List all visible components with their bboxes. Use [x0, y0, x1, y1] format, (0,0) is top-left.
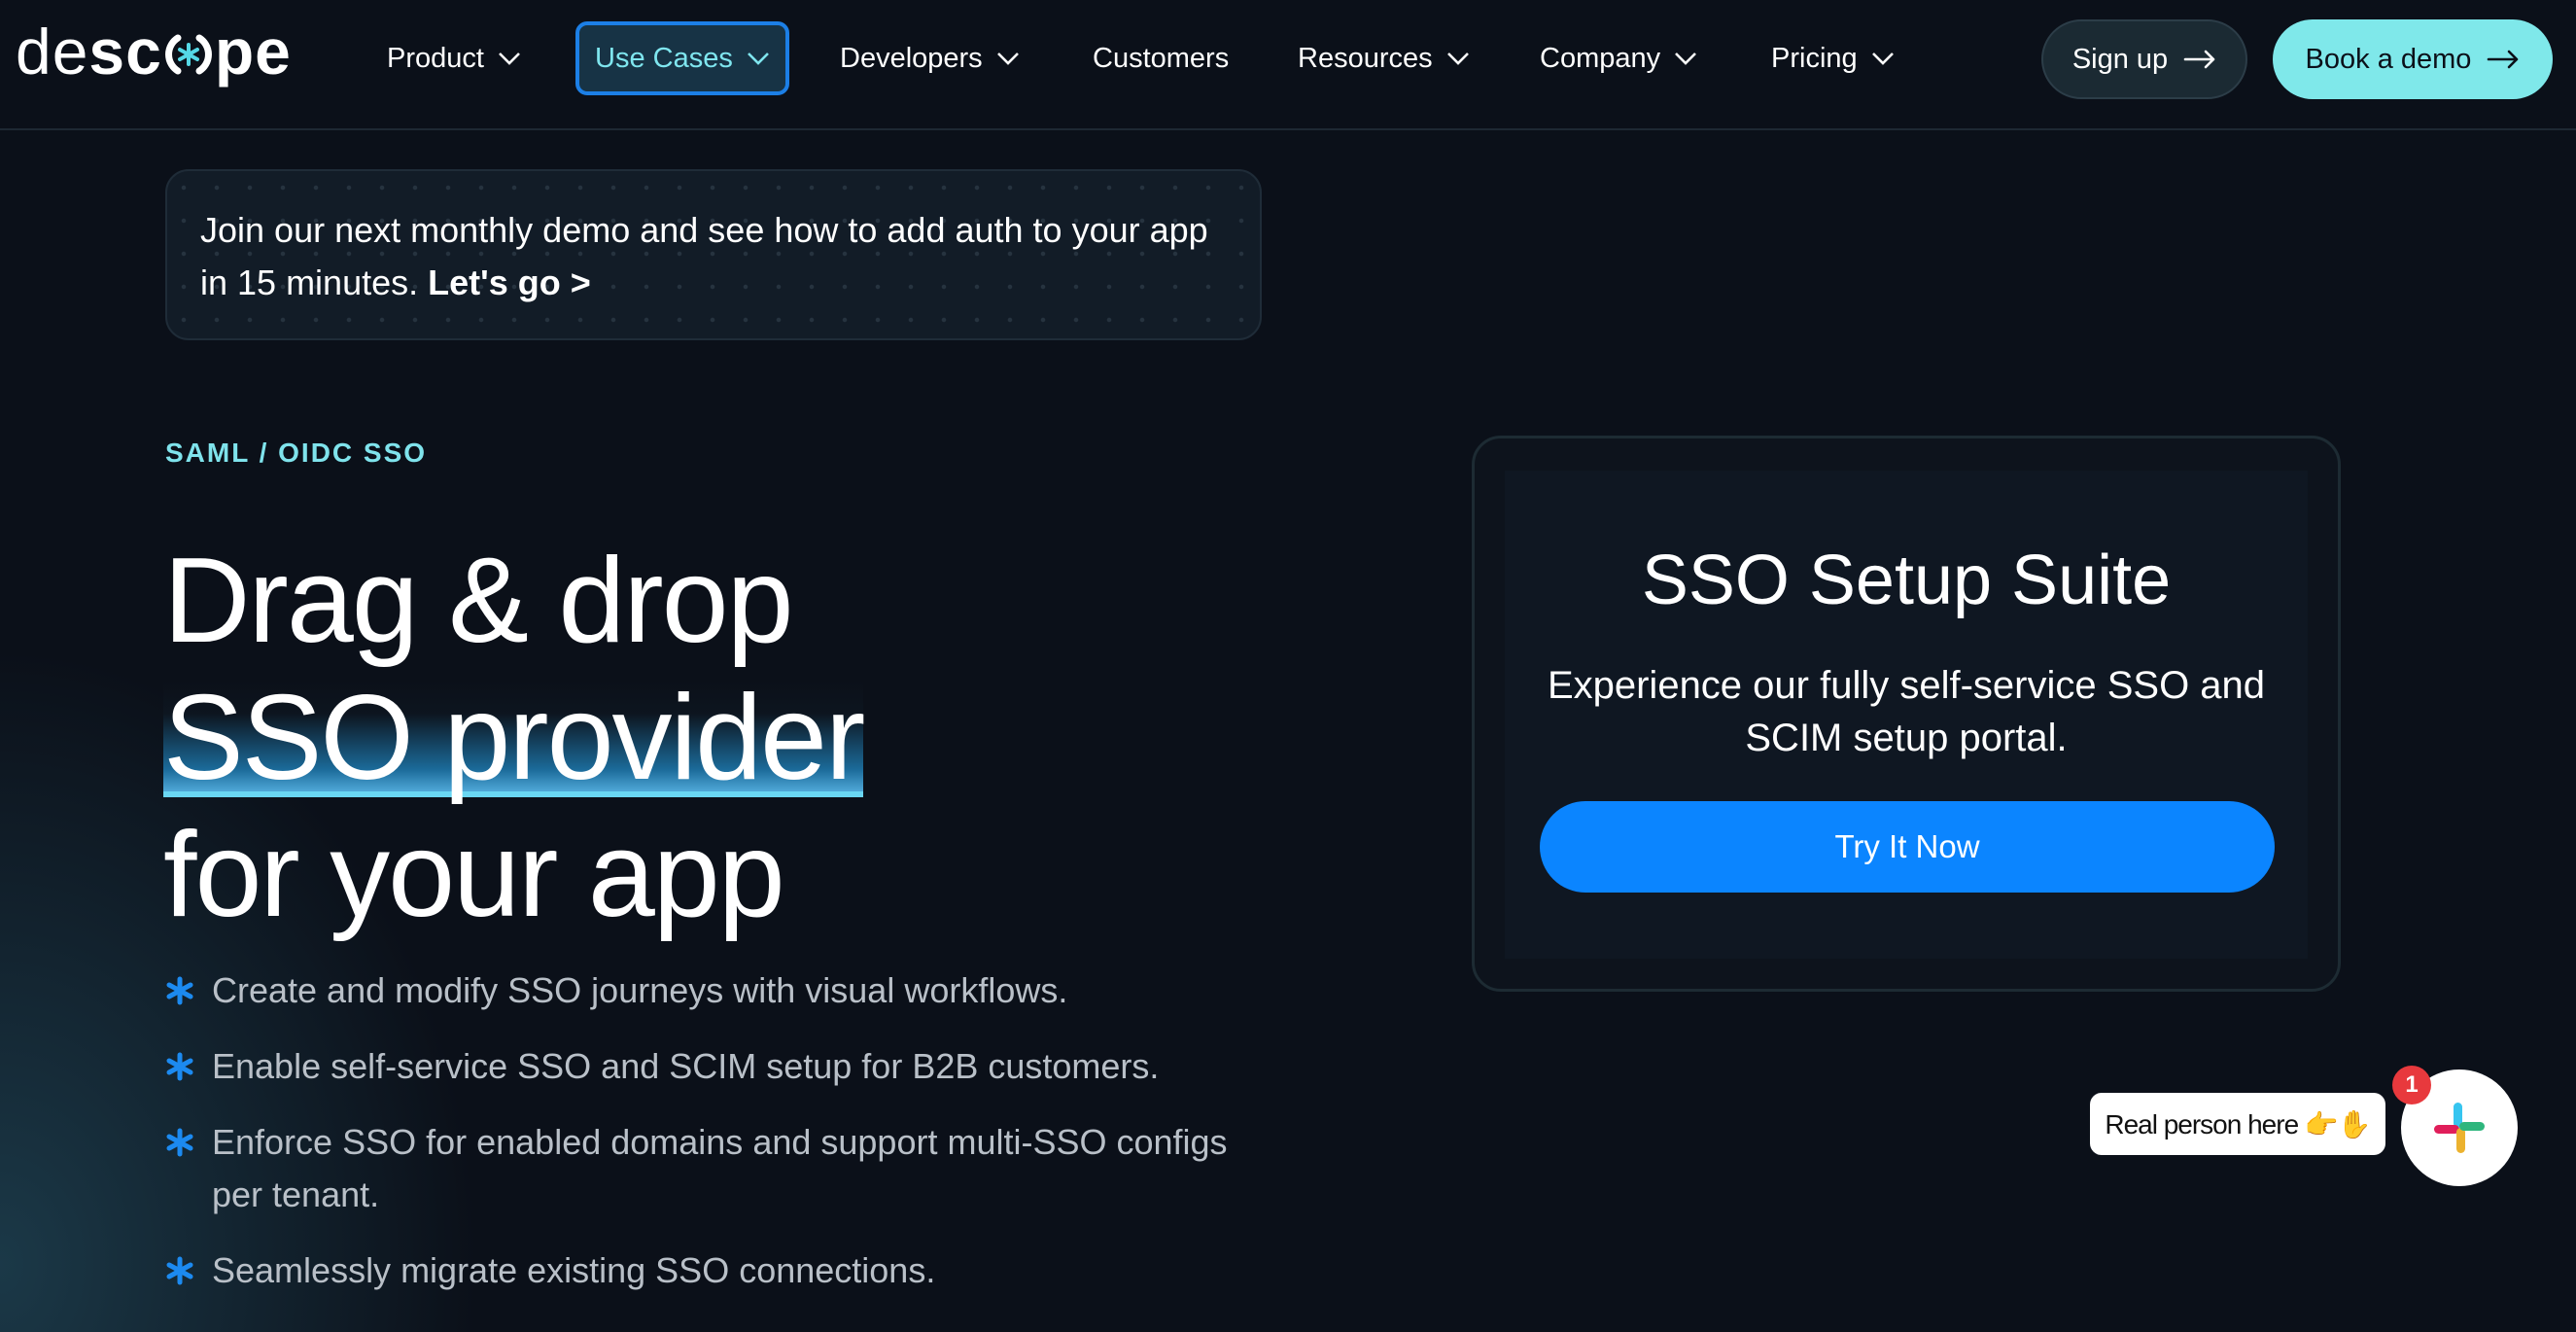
hero-title-highlight: SSO provider: [163, 671, 865, 805]
feature-item: Enforce SSO for enabled domains and supp…: [165, 1116, 1273, 1221]
nav-customers[interactable]: Customers: [1093, 21, 1229, 95]
nav-label: Company: [1540, 42, 1661, 74]
logo-text-part1: de: [16, 16, 89, 88]
chevron-down-icon: [747, 53, 769, 65]
nav-developers[interactable]: Developers: [840, 21, 1020, 95]
logo-text-part2: sc: [88, 16, 162, 88]
nav-label: Customers: [1093, 42, 1230, 74]
card-title: SSO Setup Suite: [1641, 542, 2172, 619]
arrow-right-icon: [2488, 50, 2519, 69]
chevron-down-icon: [499, 53, 520, 65]
asterisk-icon: [166, 1128, 193, 1157]
feature-list: Create and modify SSO journeys with visu…: [165, 964, 1273, 1320]
top-nav: de sc pe Product Use Cases Developers Cus…: [0, 0, 2576, 130]
feature-item: Enable self-service SSO and SCIM setup f…: [165, 1040, 1273, 1093]
asterisk-icon: [166, 1052, 193, 1081]
feature-text: Seamlessly migrate existing SSO connecti…: [212, 1250, 936, 1290]
banner-text: Join our next monthly demo and see how t…: [200, 210, 1208, 302]
nav-label: Use Cases: [595, 42, 733, 74]
feature-text: Enable self-service SSO and SCIM setup f…: [212, 1046, 1160, 1086]
book-demo-button[interactable]: Book a demo: [2273, 19, 2553, 99]
hero-title-line3: for your app: [163, 808, 785, 942]
chevron-down-icon: [1871, 53, 1894, 65]
descope-logo[interactable]: de sc pe: [16, 18, 292, 86]
chevron-down-icon: [996, 53, 1019, 65]
asterisk-icon: [166, 1256, 193, 1285]
nav-company[interactable]: Company: [1540, 21, 1697, 95]
notification-badge: 1: [2392, 1066, 2431, 1104]
try-it-now-label: Try It Now: [1834, 828, 1980, 864]
nav-label: Product: [387, 42, 484, 74]
nav-use-cases[interactable]: Use Cases: [575, 21, 789, 95]
feature-item: Create and modify SSO journeys with visu…: [165, 964, 1273, 1017]
banner-link[interactable]: Let's go >: [428, 263, 591, 302]
logo-text-part3: pe: [214, 16, 292, 88]
nav-resources[interactable]: Resources: [1298, 21, 1470, 95]
feature-text: Create and modify SSO journeys with visu…: [212, 970, 1068, 1010]
notification-count: 1: [2405, 1071, 2419, 1098]
arrow-right-icon: [2183, 50, 2215, 69]
feature-text: Enforce SSO for enabled domains and supp…: [212, 1122, 1228, 1214]
try-it-now-button[interactable]: Try It Now: [1540, 801, 2275, 893]
chat-prompt-text: Real person here 👉✋: [2105, 1108, 2371, 1139]
sign-up-button[interactable]: Sign up: [2041, 19, 2247, 99]
nav-pricing[interactable]: Pricing: [1771, 21, 1895, 95]
chevron-down-icon: [1675, 53, 1697, 65]
nav-product[interactable]: Product: [387, 21, 521, 95]
card-subtitle: Experience our fully self-service SSO an…: [1547, 664, 2266, 759]
hero-eyebrow: SAML / OIDC SSO: [165, 438, 428, 468]
hero-title-line1: Drag & drop: [163, 534, 794, 668]
nav-label: Resources: [1298, 42, 1433, 74]
slack-icon: [2434, 1103, 2485, 1153]
nav-label: Pricing: [1771, 42, 1858, 74]
feature-item: Seamlessly migrate existing SSO connecti…: [165, 1244, 1273, 1297]
asterisk-icon: [166, 976, 193, 1005]
chevron-down-icon: [1446, 53, 1469, 65]
demo-announcement-banner: Join our next monthly demo and see how t…: [165, 169, 1262, 340]
sign-up-label: Sign up: [2071, 43, 2169, 75]
logo-mark-icon: [164, 34, 212, 75]
nav-label: Developers: [840, 42, 983, 74]
chat-prompt-bubble[interactable]: Real person here 👉✋: [2090, 1093, 2385, 1155]
book-demo-label: Book a demo: [2305, 43, 2472, 75]
hero-title: Drag & drop SSO provider for your app: [163, 533, 1233, 944]
